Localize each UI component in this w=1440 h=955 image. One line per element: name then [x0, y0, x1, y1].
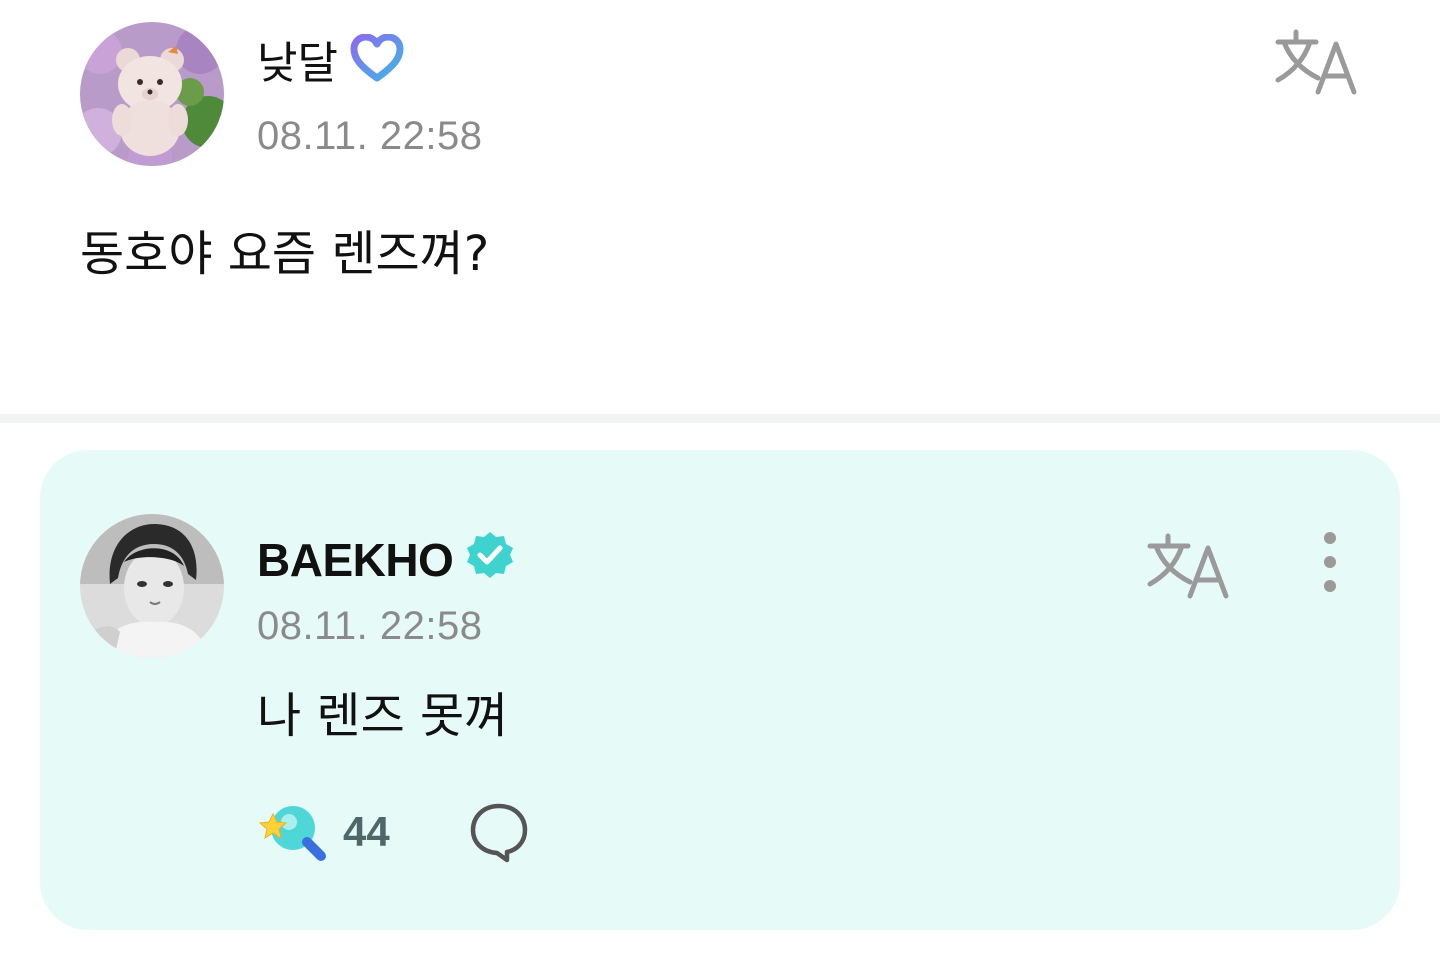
lightstick-icon[interactable] [257, 800, 327, 864]
fan-post: 낮달 08.11. 22:58 동호야 요즘 렌즈껴? [0, 0, 1440, 414]
fan-name-row[interactable]: 낮달 [257, 33, 404, 94]
fan-name[interactable]: 낮달 [257, 38, 338, 90]
artist-name-row[interactable]: BAEKHO [257, 530, 515, 590]
comment-icon[interactable] [467, 800, 531, 864]
reply-body: 나 렌즈 못껴 [257, 688, 509, 744]
reaction-bar: 44 [257, 800, 531, 864]
section-divider [0, 414, 1440, 423]
post-timestamp: 08.11. 22:58 [257, 114, 483, 158]
post-detail-page: 낮달 08.11. 22:58 동호야 요즘 렌즈껴? BAEKHO 08.11… [0, 0, 1440, 955]
verified-badge-icon [465, 530, 515, 590]
artist-name[interactable]: BAEKHO [257, 534, 454, 586]
reaction-count: 44 [343, 808, 390, 855]
more-vertical-icon[interactable] [1310, 530, 1350, 594]
heart-badge-icon [350, 33, 404, 94]
reply-timestamp: 08.11. 22:58 [257, 604, 483, 648]
translate-icon[interactable] [1146, 530, 1234, 602]
post-body: 동호야 요즘 렌즈껴? [80, 226, 490, 282]
artist-reply-card: BAEKHO 08.11. 22:58 나 렌즈 못껴 44 [40, 450, 1400, 930]
artist-avatar[interactable] [80, 514, 224, 658]
translate-icon[interactable] [1274, 26, 1362, 98]
fan-avatar[interactable] [80, 22, 224, 166]
